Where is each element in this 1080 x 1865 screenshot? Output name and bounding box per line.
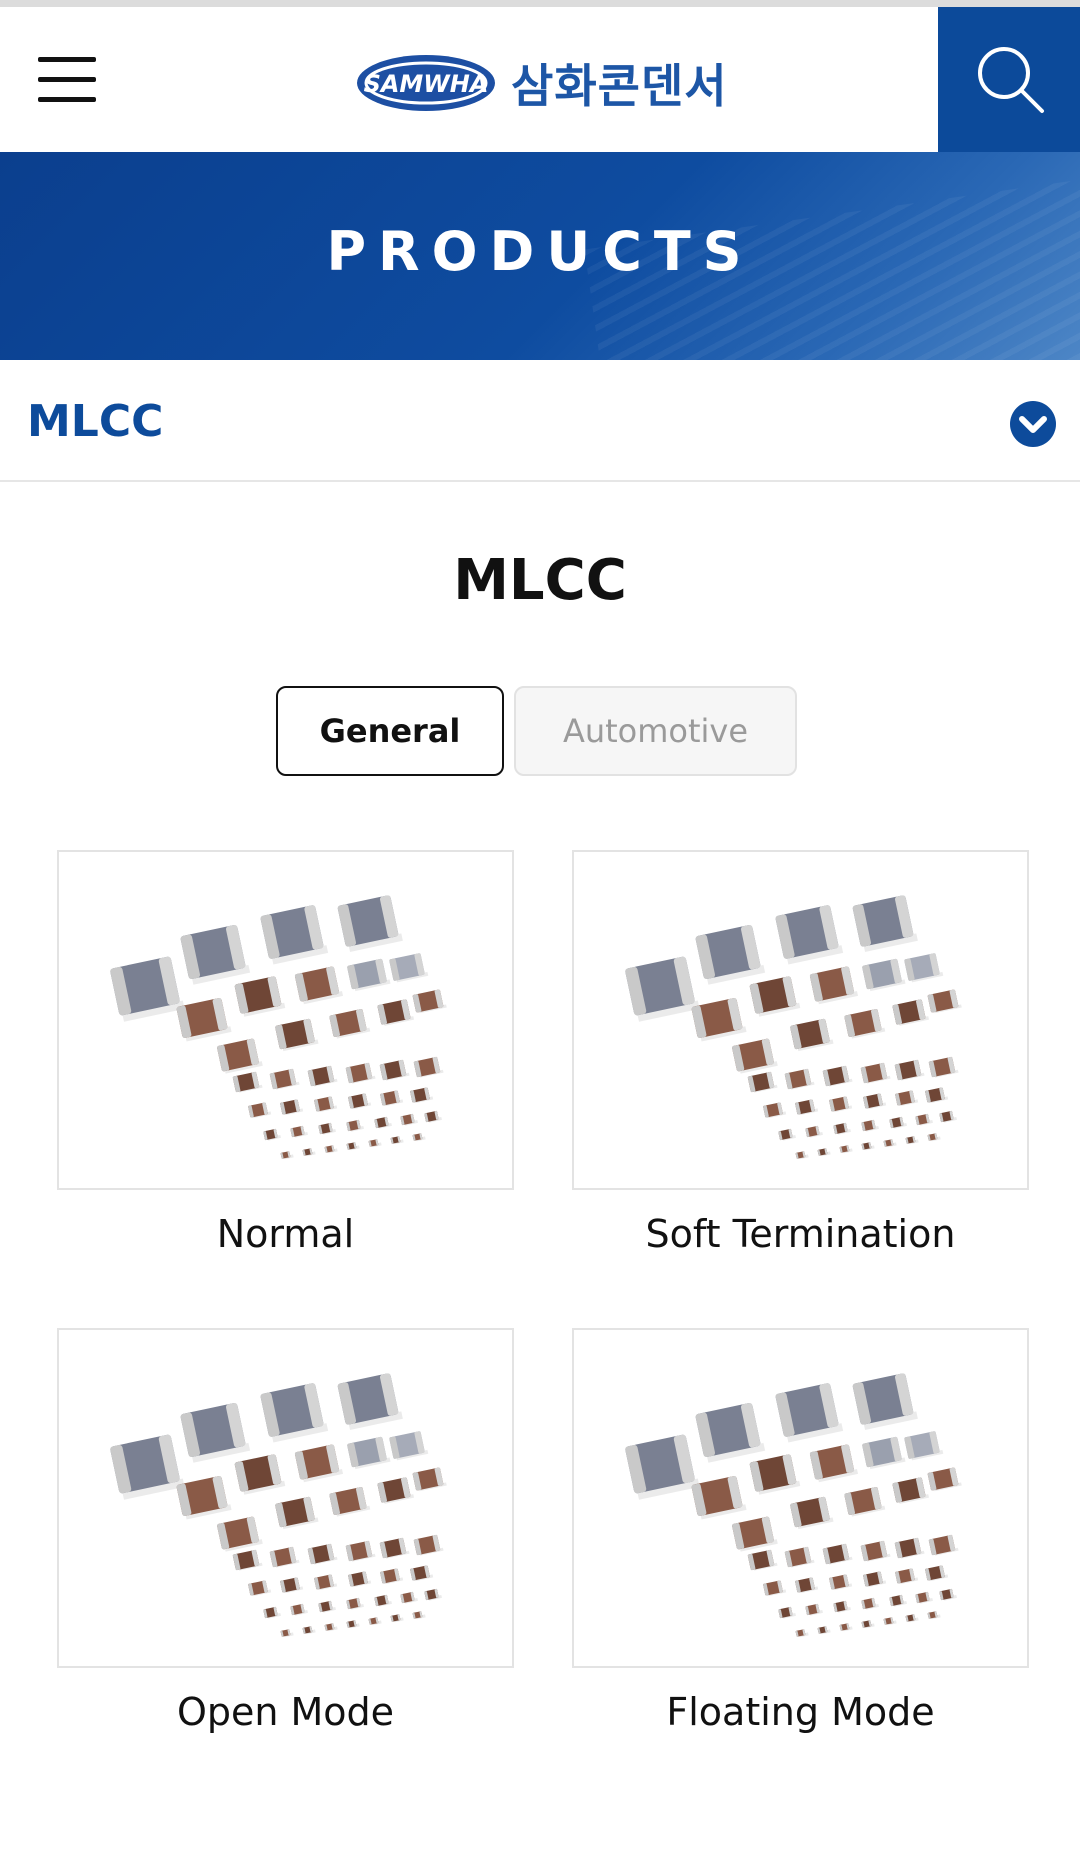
product-name: Open Mode — [176, 1690, 395, 1734]
top-divider — [0, 0, 1080, 7]
product-card-open-mode[interactable]: Open Mode — [57, 1328, 514, 1734]
product-card-normal[interactable]: Normal — [57, 850, 514, 1256]
product-image — [57, 1328, 514, 1668]
product-name: Soft Termination — [645, 1212, 956, 1256]
search-icon — [978, 47, 1044, 113]
product-name: Normal — [216, 1212, 355, 1256]
site-header: SAMWHA 삼화콘덴서 — [0, 7, 1080, 152]
product-name: Floating Mode — [666, 1690, 935, 1734]
category-dropdown[interactable]: MLCC — [0, 360, 1080, 482]
banner-title: PRODUCTS — [326, 220, 754, 283]
product-image — [572, 850, 1029, 1190]
logo-korean-text: 삼화콘덴서 — [511, 59, 728, 113]
tab-automotive[interactable]: Automotive — [514, 686, 797, 776]
product-image — [572, 1328, 1029, 1668]
page: SAMWHA 삼화콘덴서 PRODUCTS MLCC MLCC General … — [0, 0, 1080, 1865]
product-card-floating-mode[interactable]: Floating Mode — [572, 1328, 1029, 1734]
page-title: MLCC — [453, 548, 627, 613]
category-selected-label: MLCC — [27, 396, 164, 447]
hamburger-menu-icon[interactable] — [38, 57, 96, 103]
products-banner: PRODUCTS — [0, 152, 1080, 360]
samwha-logo[interactable]: SAMWHA 삼화콘덴서 — [355, 49, 728, 117]
product-card-soft-termination[interactable]: Soft Termination — [572, 850, 1029, 1256]
tab-general[interactable]: General — [276, 686, 504, 776]
logo-wordmark: SAMWHA — [364, 70, 489, 98]
samwha-logo-emblem: SAMWHA — [357, 55, 495, 111]
product-image — [57, 850, 514, 1190]
chevron-down-icon[interactable] — [1009, 400, 1057, 448]
search-button[interactable] — [938, 7, 1080, 152]
